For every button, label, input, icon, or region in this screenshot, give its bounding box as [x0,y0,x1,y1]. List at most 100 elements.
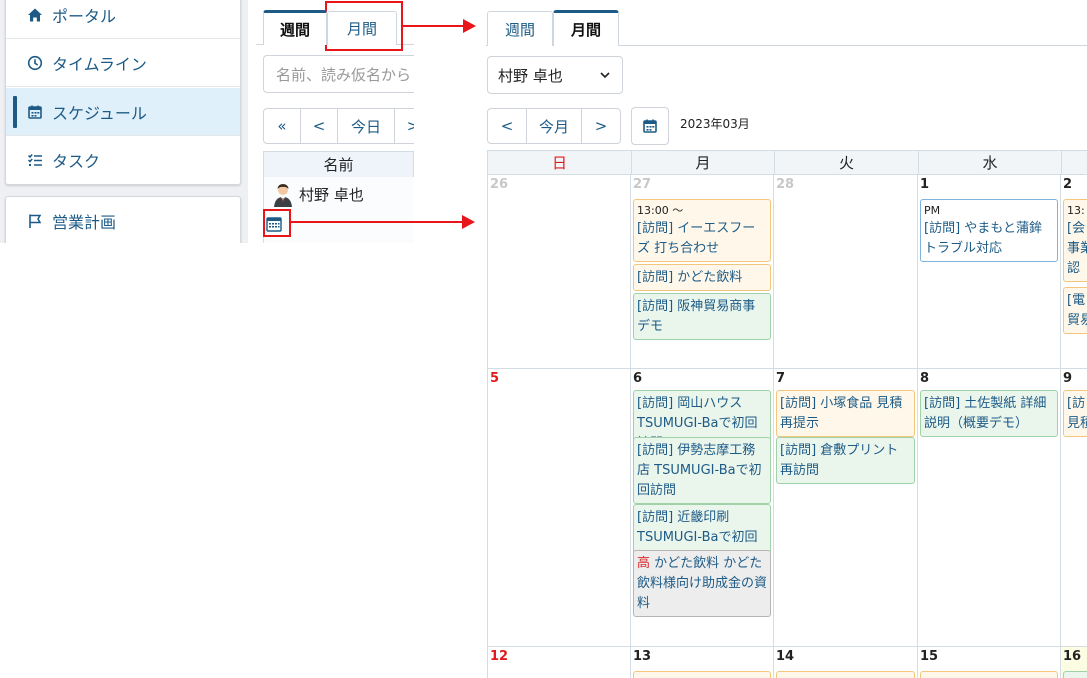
sidebar-item-label: スケジュール [52,103,147,123]
day-cell[interactable]: 26 [487,175,631,369]
user-select-value: 村野 卓也 [498,66,563,85]
day-cell[interactable]: 28 [774,175,918,369]
sidebar-sales-nav: 営業計画 [5,196,241,243]
sidebar-item-label: 営業計画 [52,213,117,232]
sidebar-item-portal[interactable]: ポータル [6,0,240,39]
schedule-event[interactable] [920,671,1058,678]
event-title: かどた飲料 かどた飲料様向け助成金の資料 [637,556,768,611]
schedule-event[interactable]: 13: [会 事業 認 [1063,199,1087,282]
schedule-event[interactable]: [電 貿易 [1063,287,1087,334]
search-input[interactable]: 名前、読み仮名から [263,55,414,93]
chevron-down-icon [600,72,610,79]
day-cell[interactable]: 14 [774,647,918,678]
schedule-event[interactable]: [訪問] 土佐製紙 詳細説明（概要デモ） [920,390,1058,437]
day-cell[interactable]: 1 PM [訪問] やまもと蒲鉾 トラブル対応 [918,175,1061,369]
next-month-button[interactable]: > [581,108,621,144]
weekday-header-tue: 火 [774,150,919,175]
task-list-icon [26,151,44,169]
day-number: 27 [633,177,652,192]
first-week-button[interactable]: « [263,108,301,144]
calendar-icon [643,119,657,133]
tab-month[interactable]: 月間 [553,10,619,46]
current-month-label: 2023年03月 [680,117,750,131]
sidebar-item-label: ポータル [52,6,117,26]
flag-icon [26,212,44,230]
day-cell[interactable]: 5 [487,369,631,647]
day-number: 14 [776,649,795,664]
date-picker-button[interactable] [631,107,669,145]
event-title: [訪問] 阪神貿易商事 デモ [637,299,756,334]
weekday-header-sun: 日 [487,150,632,175]
monthly-schedule-panel: 週間 月間 村野 卓也 < 今月 > 2023年03月 日 月 火 水 木 26… [486,0,1087,678]
arrow-to-month-tab [403,19,476,33]
sidebar-item-task[interactable]: タスク [6,136,240,184]
day-number: 13 [633,649,652,664]
day-number: 8 [920,371,930,386]
clock-icon [26,54,44,72]
event-title: [訪問] 土佐製紙 詳細説明（概要デモ） [924,396,1047,431]
day-cell[interactable]: 2 13: [会 事業 認 [電 貿易 [1061,175,1087,369]
day-number: 16 [1063,649,1082,664]
schedule-event[interactable]: PM [訪問] やまもと蒲鉾 トラブル対応 [920,199,1058,262]
day-number: 28 [776,177,795,192]
schedule-event[interactable]: 高 かどた飲料 かどた飲料様向け助成金の資料 [633,550,771,617]
day-cell-today[interactable]: 16 [1061,647,1087,678]
schedule-event[interactable]: [訪問] 伊勢志摩工務店 TSUMUGI-Baで初回訪問 [633,437,771,504]
event-time: 13:00 ～ [637,204,684,217]
sidebar-item-sales-plan[interactable]: 営業計画 [6,197,240,243]
next-week-button[interactable]: > [394,108,414,144]
tab-week[interactable]: 週間 [487,11,553,46]
event-title: [訪問] 小塚食品 見積再提示 [780,396,903,431]
day-cell[interactable]: 8 [訪問] 土佐製紙 詳細説明（概要デモ） [918,369,1061,647]
schedule-event[interactable]: [訪問] 阪神貿易商事 デモ [633,293,771,340]
event-title: [訪 見積 [1067,396,1087,431]
event-title: [訪問] イーエスフーズ 打ち合わせ [637,221,756,256]
prev-week-button[interactable]: < [300,108,338,144]
event-time: 13: [1067,204,1085,217]
sidebar-main-nav: ポータル タイムライン スケジュール タスク [5,0,241,185]
day-number: 9 [1063,371,1073,386]
name-column-header: 名前 [263,151,414,178]
tab-week[interactable]: 週間 [263,10,327,45]
schedule-event[interactable] [776,671,915,678]
schedule-event[interactable]: [訪 見積 [1063,390,1087,437]
event-title: [訪問] かどた飲料 [637,270,743,285]
schedule-event[interactable]: 13:00 ～ [訪問] イーエスフーズ 打ち合わせ [633,199,771,262]
schedule-event[interactable]: [訪問] 小塚食品 見積再提示 [776,390,915,437]
day-number: 1 [920,177,930,192]
day-number: 12 [490,649,509,664]
day-cell[interactable]: 9 [訪 見積 [1061,369,1087,647]
event-title: [会 事業 認 [1067,221,1087,276]
event-time: PM [924,204,941,217]
day-number: 7 [776,371,786,386]
day-cell[interactable]: 6 [訪問] 岡山ハウス TSUMUGI-Baで初回訪問 [訪問] 伊勢志摩工務… [631,369,774,647]
event-title: [訪問] やまもと蒲鉾 トラブル対応 [924,221,1043,256]
schedule-event[interactable] [633,671,771,678]
weekday-header-thu: 木 [1061,150,1087,175]
event-title: [訪問] 伊勢志摩工務店 TSUMUGI-Baで初回訪問 [637,443,762,498]
day-cell[interactable]: 13 [631,647,774,678]
weekday-header-wed: 水 [918,150,1062,175]
sidebar: ポータル タイムライン スケジュール タスク 営業計画 [0,0,248,243]
event-title: [訪問] 倉敷プリント 再訪問 [780,443,899,478]
day-cell[interactable]: 27 13:00 ～ [訪問] イーエスフーズ 打ち合わせ [訪問] かどた飲料… [631,175,774,369]
day-cell[interactable]: 12 [487,647,631,678]
day-number: 2 [1063,177,1073,192]
day-cell[interactable]: 15 [918,647,1061,678]
event-title: [電 貿易 [1067,293,1087,328]
schedule-event[interactable]: [訪問] かどた飲料 [633,264,771,291]
today-button[interactable]: 今日 [337,108,395,144]
sidebar-item-schedule[interactable]: スケジュール [6,88,240,136]
home-icon [26,6,44,24]
day-cell[interactable]: 7 [訪問] 小塚食品 見積再提示 [訪問] 倉敷プリント 再訪問 [774,369,918,647]
this-month-button[interactable]: 今月 [526,108,582,144]
avatar [274,184,292,207]
schedule-event[interactable] [1063,671,1087,678]
calendar-icon [26,103,44,121]
prev-month-button[interactable]: < [487,108,527,144]
user-select[interactable]: 村野 卓也 [487,56,623,94]
day-number: 15 [920,649,939,664]
arrow-to-month-calendar [291,215,475,229]
sidebar-item-timeline[interactable]: タイムライン [6,39,240,87]
schedule-event[interactable]: [訪問] 倉敷プリント 再訪問 [776,437,915,484]
